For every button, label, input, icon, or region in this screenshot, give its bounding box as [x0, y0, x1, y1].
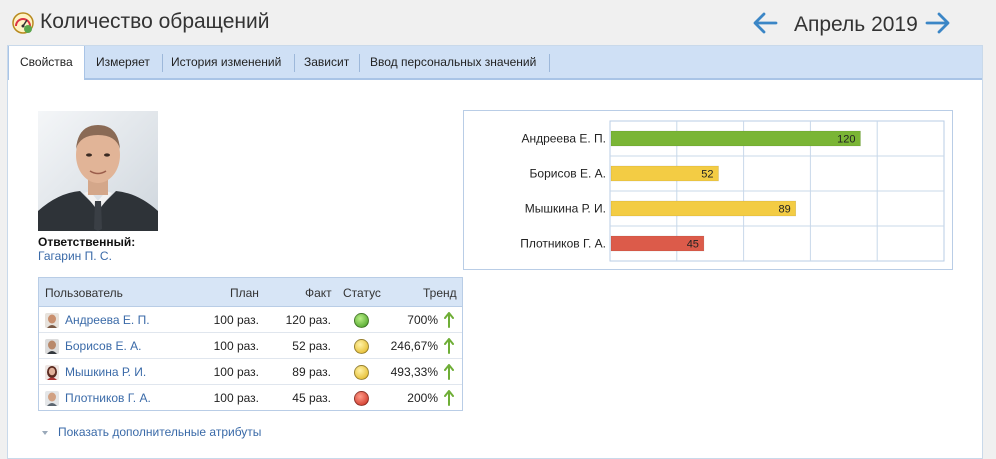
plan-value: 100 раз. [213, 365, 259, 379]
tab-depends[interactable]: Зависит [293, 46, 360, 79]
table-row: Андреева Е. П. 100 раз. 120 раз. 700% [39, 307, 462, 333]
category-label: Плотников Г. А. [520, 237, 606, 251]
fact-value: 120 раз. [285, 313, 331, 327]
bar-chart-svg: Андреева Е. П. 120 Борисов Е. А. 52 Мышкина … [520, 120, 945, 262]
responsible-photo [38, 111, 158, 231]
table-row: Борисов Е. А. 100 раз. 52 раз. 246,67% [39, 333, 462, 359]
user-link[interactable]: Мышкина Р. И. [65, 365, 146, 379]
responsible-name-link[interactable]: Гагарин П. С. [38, 249, 112, 263]
users-table: Пользователь План Факт Статус Тренд Андр… [38, 277, 463, 411]
status-green-icon [354, 313, 369, 328]
chevron-down-icon [42, 430, 48, 435]
tab-separator [549, 54, 550, 72]
show-more-attributes-label: Показать дополнительные атрибуты [58, 425, 262, 439]
tab-properties[interactable]: Свойства [8, 46, 85, 80]
fact-value: 45 раз. [292, 391, 331, 405]
data-label: 120 [837, 134, 855, 146]
table-header: Пользователь План Факт Статус Тренд [39, 278, 462, 307]
plan-value: 100 раз. [213, 391, 259, 405]
bar [610, 200, 797, 217]
avatar [45, 313, 59, 328]
category-label: Борисов Е. А. [530, 167, 606, 181]
table-row: Мышкина Р. И. 100 раз. 89 раз. 493,33% [39, 359, 462, 385]
status-red-icon [354, 391, 369, 406]
user-link[interactable]: Борисов Е. А. [65, 339, 141, 353]
tab-bar: Свойства Измеряет История изменений Зави… [8, 46, 982, 80]
fact-value: 52 раз. [292, 339, 331, 353]
data-label: 89 [779, 204, 791, 216]
data-label: 52 [701, 169, 713, 181]
table-row: Плотников Г. А. 100 раз. 45 раз. 200% [39, 385, 462, 411]
status-yellow-icon [354, 339, 369, 354]
responsible-label: Ответственный: [38, 235, 136, 249]
column-header-user[interactable]: Пользователь [45, 286, 123, 300]
column-header-status[interactable]: Статус [343, 286, 381, 300]
arrow-right-icon[interactable] [925, 11, 951, 35]
trend-up-icon [444, 312, 454, 328]
column-header-plan[interactable]: План [230, 286, 259, 300]
content-panel: Свойства Измеряет История изменений Зави… [7, 45, 983, 459]
category-label: Мышкина Р. И. [525, 202, 606, 216]
tab-history[interactable]: История изменений [160, 46, 292, 79]
arrow-left-icon[interactable] [752, 11, 778, 35]
avatar [45, 365, 59, 380]
page-title: Количество обращений [40, 10, 270, 33]
avatar [45, 339, 59, 354]
trend-value: 246,67% [390, 339, 438, 353]
column-header-fact[interactable]: Факт [305, 286, 332, 300]
trend-up-icon [444, 338, 454, 354]
trend-value: 200% [407, 391, 438, 405]
plan-value: 100 раз. [213, 339, 259, 353]
plan-value: 100 раз. [213, 313, 259, 327]
trend-value: 493,33% [390, 365, 438, 379]
gauge-icon [12, 12, 34, 34]
user-link[interactable]: Плотников Г. А. [65, 391, 151, 405]
trend-up-icon [444, 390, 454, 406]
column-header-trend[interactable]: Тренд [423, 286, 457, 300]
data-label: 45 [687, 239, 699, 251]
trend-up-icon [444, 364, 454, 380]
tab-measures[interactable]: Измеряет [85, 46, 161, 79]
fact-value: 89 раз. [292, 365, 331, 379]
tab-personal-values[interactable]: Ввод персональных значений [359, 46, 547, 79]
avatar [45, 391, 59, 406]
period-label: Апрель 2019 [794, 13, 918, 36]
bar-chart: Андреева Е. П. 120 Борисов Е. А. 52 Мышкина … [463, 110, 953, 270]
category-label: Андреева Е. П. [521, 132, 606, 146]
trend-value: 700% [407, 313, 438, 327]
bar [610, 130, 861, 147]
show-more-attributes-link[interactable]: Показать дополнительные атрибуты [42, 425, 261, 439]
user-link[interactable]: Андреева Е. П. [65, 313, 150, 327]
header: Количество обращений Апрель 2019 [0, 0, 996, 46]
status-yellow-icon [354, 365, 369, 380]
